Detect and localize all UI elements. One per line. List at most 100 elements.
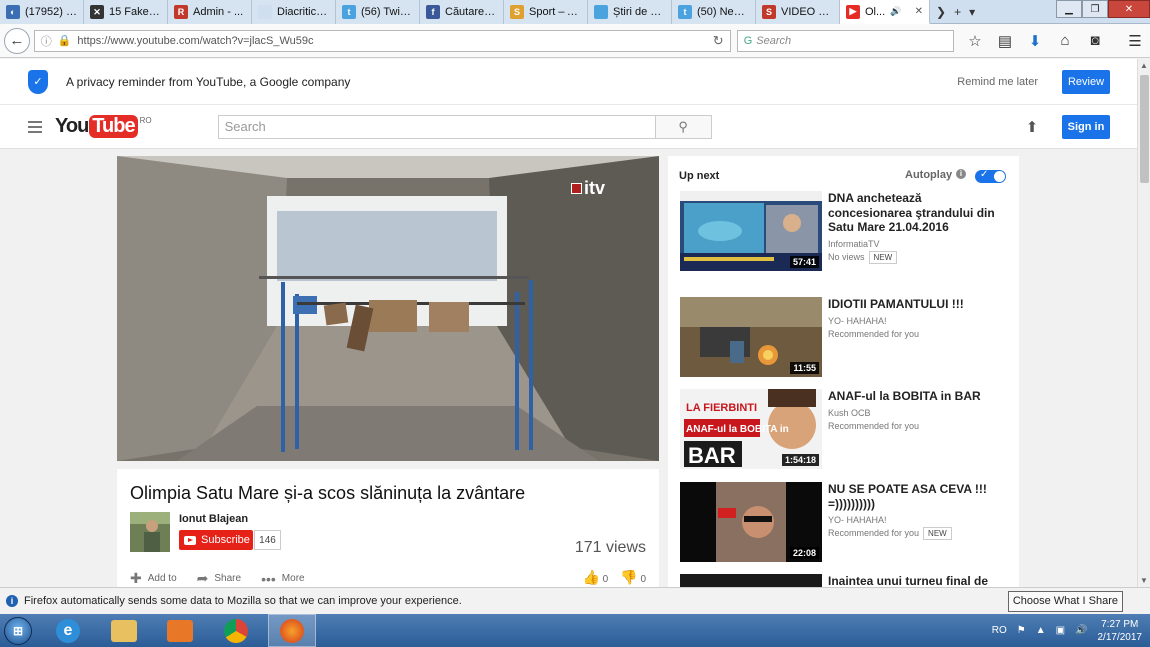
youtube-logo[interactable]: You Tube RO xyxy=(55,115,152,138)
chrome-icon[interactable] xyxy=(212,614,260,647)
more-button[interactable]: ••• More xyxy=(261,571,305,587)
upload-icon[interactable]: ⬆ xyxy=(1022,118,1042,136)
notification-message: Firefox automatically sends some data to… xyxy=(24,595,462,607)
minimize-button[interactable]: ▁ xyxy=(1056,0,1082,18)
windows-logo-icon: ⊞ xyxy=(4,616,32,645)
close-window-button[interactable]: ✕ xyxy=(1108,0,1150,18)
suggested-video-text: NU SE POATE ASA CEVA !!! =)))))))))) YO-… xyxy=(828,482,1008,540)
maximize-button[interactable]: ❐ xyxy=(1082,0,1108,18)
tab-favicon-icon: S xyxy=(762,5,776,19)
browser-tab[interactable]: ▶ Ol... 🔊 ✕ xyxy=(840,0,930,24)
sign-in-button[interactable]: Sign in xyxy=(1062,114,1110,139)
browser-tab[interactable]: ✕ 15 Fake N... xyxy=(84,0,168,24)
dislike-button[interactable]: 👎 0 xyxy=(620,569,646,586)
action-center-flag-icon[interactable]: ⚑ xyxy=(1017,625,1026,636)
start-button[interactable]: ⊞ xyxy=(0,614,36,647)
video-thumbnail[interactable]: 11:55 xyxy=(680,297,822,377)
review-button[interactable]: Review xyxy=(1062,69,1110,94)
show-hidden-icons-icon[interactable]: ▲ xyxy=(1036,625,1046,636)
browser-search-field[interactable]: G Search xyxy=(736,29,954,52)
video-thumbnail[interactable]: LA FIERBINTI ANAF-ul la BOBITA in BAR 1:… xyxy=(680,389,822,469)
youtube-search-input[interactable]: Search xyxy=(219,116,655,138)
page-scrollbar[interactable]: ▲ ▼ xyxy=(1137,59,1150,587)
suggested-video-meta: Kush OCB Recommended for you xyxy=(828,407,1008,433)
like-button[interactable]: 👍 0 xyxy=(582,569,608,586)
pocket-icon[interactable]: ◙ xyxy=(1080,26,1110,56)
add-to-button[interactable]: ✚ Add to xyxy=(130,570,177,587)
system-clock[interactable]: 7:27 PM 2/17/2017 xyxy=(1098,618,1143,644)
suggested-video[interactable]: Inaintea unui turneu final de xyxy=(680,574,1015,587)
video-thumbnail[interactable]: 22:08 xyxy=(680,482,822,562)
suggested-video-title[interactable]: DNA anchetează concesionarea ştrandului … xyxy=(828,191,1008,235)
suggested-video[interactable]: 22:08 NU SE POATE ASA CEVA !!! =))))))))… xyxy=(680,482,1015,562)
video-player[interactable]: itv xyxy=(117,156,659,461)
tab-audio-icon[interactable]: 🔊 xyxy=(890,6,901,17)
scroll-down-icon[interactable]: ▼ xyxy=(1138,574,1150,587)
menu-icon[interactable]: ☰ xyxy=(1120,26,1150,56)
share-arrow-icon: ➦ xyxy=(196,570,209,586)
internet-explorer-icon[interactable]: e xyxy=(44,614,92,647)
browser-tab[interactable]: Diacritice (ăâî... xyxy=(252,0,336,24)
suggested-video-title[interactable]: Inaintea unui turneu final de xyxy=(828,574,1008,587)
network-icon[interactable]: ▣ xyxy=(1056,625,1065,636)
suggested-video[interactable]: LA FIERBINTI ANAF-ul la BOBITA in BAR 1:… xyxy=(680,389,1015,469)
suggested-video-title[interactable]: NU SE POATE ASA CEVA !!! =)))))))))) xyxy=(828,482,1008,511)
url-bar[interactable]: ⓘ 🔒 https://www.youtube.com/watch?v=jlac… xyxy=(33,29,731,52)
suggested-video-title[interactable]: IDIOTII PAMANTULUI !!! xyxy=(828,297,1008,312)
suggested-video[interactable]: 57:41 DNA anchetează concesionarea ştran… xyxy=(680,191,1015,271)
new-tab-icon[interactable]: + xyxy=(954,5,961,19)
firefox-icon[interactable] xyxy=(268,614,316,647)
channel-avatar[interactable] xyxy=(130,512,170,552)
tab-label: Sport – A... xyxy=(529,6,581,18)
browser-tab[interactable]: Știri de ul... xyxy=(588,0,672,24)
browser-tab[interactable]: S VIDEO M... xyxy=(756,0,840,24)
choose-what-i-share-button[interactable]: Choose What I Share xyxy=(1007,590,1123,612)
scroll-up-icon[interactable]: ▲ xyxy=(1138,59,1150,72)
video-thumbnail[interactable] xyxy=(680,574,822,587)
share-button[interactable]: ➦ Share xyxy=(197,570,241,587)
browser-tab[interactable]: f Căutare F... xyxy=(420,0,504,24)
remind-me-later-link[interactable]: Remind me later xyxy=(957,76,1038,88)
tab-label: Admin - ... xyxy=(193,6,244,18)
browser-tab[interactable]: t (56) Twitter xyxy=(336,0,420,24)
scroll-tabs-right-icon[interactable]: ❯ xyxy=(936,5,946,19)
video-thumbnail[interactable]: 57:41 xyxy=(680,191,822,271)
back-button[interactable]: ← xyxy=(4,27,30,54)
video-duration: 57:41 xyxy=(789,256,819,268)
home-icon[interactable]: ⌂ xyxy=(1050,26,1080,56)
language-indicator[interactable]: RO xyxy=(992,625,1007,636)
reload-icon[interactable]: ↻ xyxy=(713,33,724,49)
browser-tab[interactable]: t (50) New... xyxy=(672,0,756,24)
autoplay-toggle[interactable]: ✓ xyxy=(975,169,1006,183)
info-icon: i xyxy=(6,595,18,607)
close-tab-icon[interactable]: ✕ xyxy=(915,6,923,17)
tab-favicon-icon: R xyxy=(174,5,188,19)
media-player-icon[interactable] xyxy=(156,614,204,647)
search-icon[interactable]: ⚲ xyxy=(654,115,711,138)
suggested-video[interactable]: 11:55 IDIOTII PAMANTULUI !!! YO- HAHAHA!… xyxy=(680,297,1015,377)
tab-label: (17952) R... xyxy=(25,6,77,18)
tab-favicon-icon: t xyxy=(678,5,692,19)
scrollbar-thumb[interactable] xyxy=(1140,75,1149,183)
browser-tab[interactable]: ◐ (17952) R... xyxy=(0,0,84,24)
subscribe-button[interactable]: Subscribe xyxy=(179,530,253,550)
file-explorer-icon[interactable] xyxy=(100,614,148,647)
downloads-icon[interactable]: ⬇ xyxy=(1020,26,1050,56)
volume-icon[interactable]: 🔊 xyxy=(1075,625,1087,636)
bookmark-star-icon[interactable]: ☆ xyxy=(960,26,990,56)
up-next-label: Up next xyxy=(679,170,720,182)
guide-menu-icon[interactable] xyxy=(28,120,42,133)
autoplay-info-icon[interactable]: i xyxy=(956,169,966,179)
info-icon[interactable]: ⓘ xyxy=(41,33,52,49)
tab-label: Ol... xyxy=(865,5,886,18)
video-duration: 22:08 xyxy=(789,547,819,559)
browser-tab[interactable]: S Sport – A... xyxy=(504,0,588,24)
channel-name[interactable]: Ionut Blajean xyxy=(179,513,248,525)
bookmarks-library-icon[interactable]: ▤ xyxy=(990,26,1020,56)
suggested-video-title[interactable]: ANAF-ul la BOBITA in BAR xyxy=(828,389,1008,404)
list-all-tabs-icon[interactable]: ▾ xyxy=(969,5,975,19)
url-text[interactable]: https://www.youtube.com/watch?v=jlacS_Wu… xyxy=(77,35,706,47)
browser-tab[interactable]: R Admin - ... xyxy=(168,0,252,24)
suggested-video-channel: YO- HAHAHA! xyxy=(828,515,887,525)
toolbar-icons: ☆ ▤ ⬇ ⌂ ◙ ☰ xyxy=(960,26,1150,56)
